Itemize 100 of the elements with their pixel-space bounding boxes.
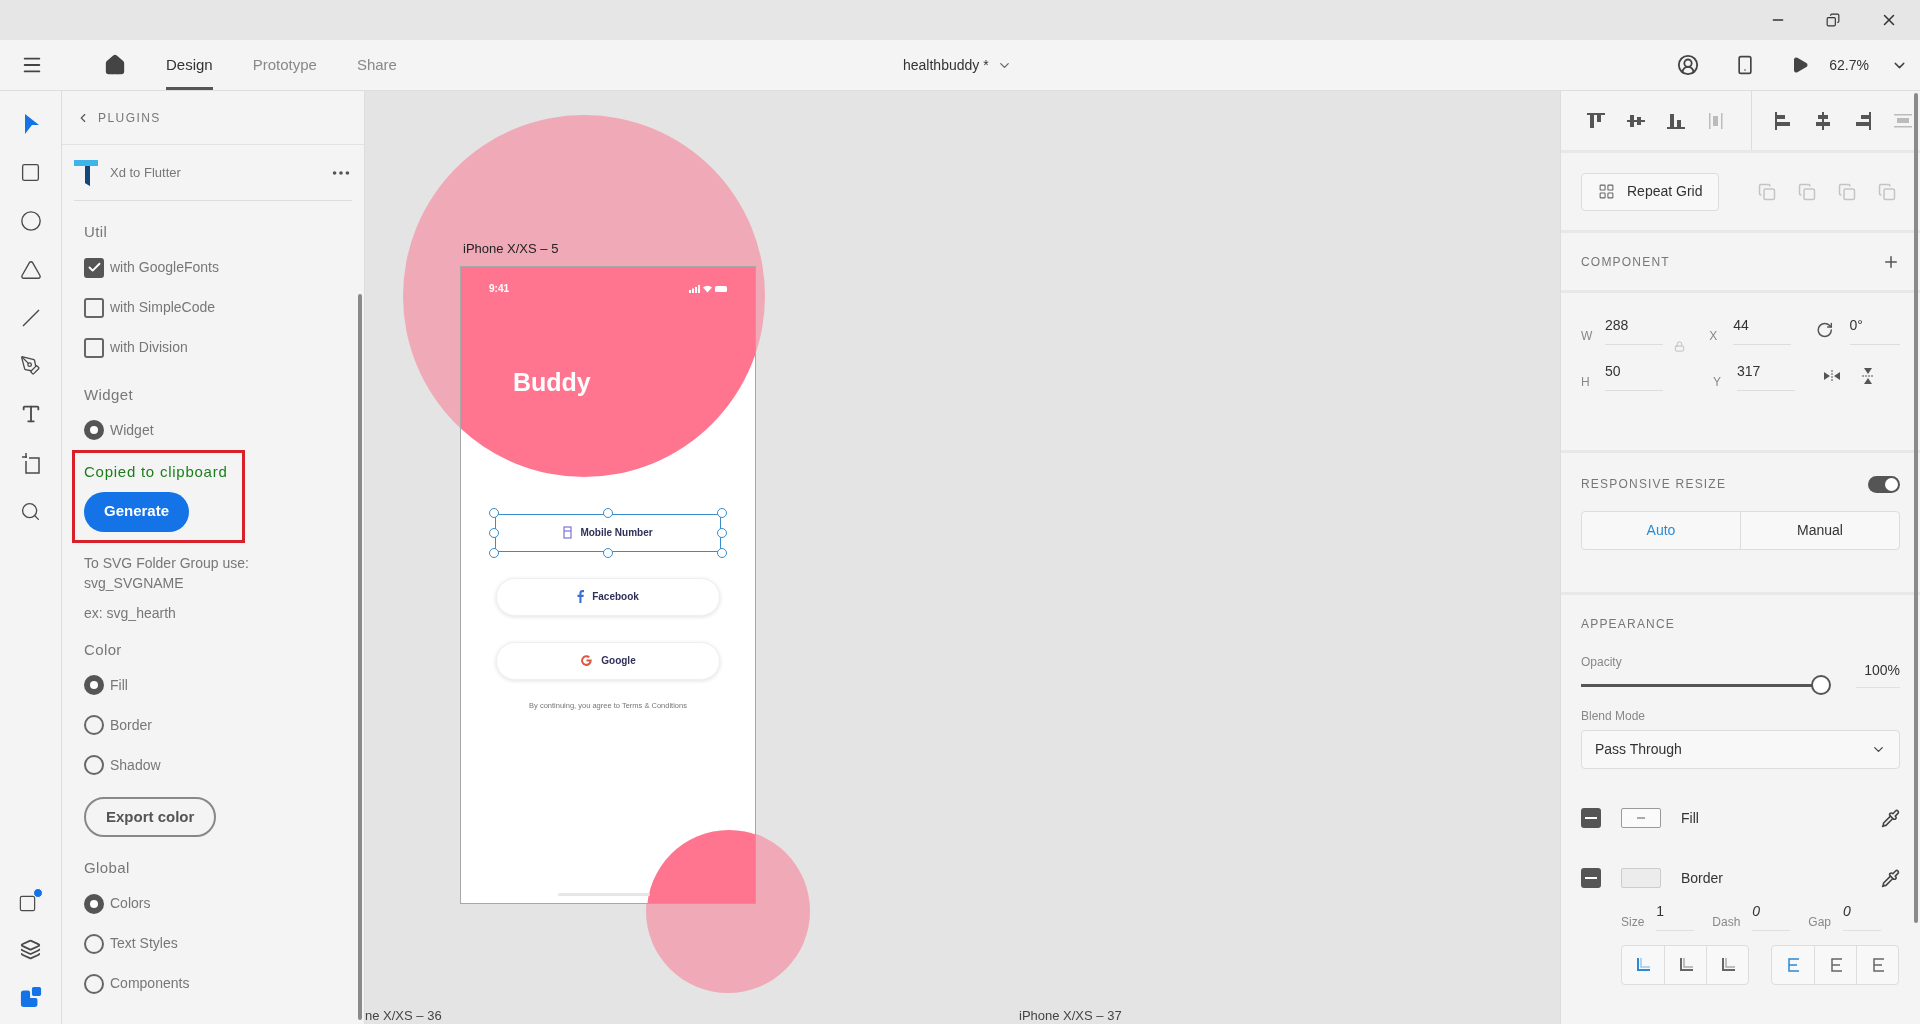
- resize-mode-tab[interactable]: Manual: [1740, 512, 1899, 549]
- dimension-field[interactable]: 288: [1605, 315, 1663, 345]
- blend-mode-label: Blend Mode: [1581, 708, 1647, 725]
- checkbox[interactable]: [84, 337, 104, 358]
- dimension-field[interactable]: 317: [1737, 361, 1795, 391]
- layer-label: Border: [1681, 868, 1725, 888]
- resize-handle[interactable]: [489, 507, 499, 518]
- dimension-field[interactable]: 50: [1605, 361, 1663, 391]
- layers-icon[interactable]: [20, 939, 41, 960]
- corner-icon: [1719, 957, 1736, 973]
- align-icon[interactable]: [1586, 110, 1606, 131]
- check-icon: [86, 260, 102, 275]
- field-label: Gap: [1808, 914, 1832, 931]
- resize-handle[interactable]: [717, 547, 727, 558]
- dimension-field[interactable]: 44: [1733, 315, 1792, 345]
- login-option-button[interactable]: Facebook: [496, 577, 720, 616]
- plugins-back-link[interactable]: PLUGINS: [98, 108, 161, 127]
- generate-button[interactable]: Generate: [84, 491, 190, 532]
- radio-button[interactable]: [84, 933, 104, 954]
- section-heading: Color: [84, 639, 123, 660]
- eyedropper-icon[interactable]: [1881, 868, 1900, 888]
- color-swatch[interactable]: [1621, 808, 1661, 828]
- radio-label: Components: [110, 974, 190, 993]
- zoom-level[interactable]: 62.7%: [1829, 54, 1869, 76]
- phone-icon: [563, 526, 573, 539]
- align-icon[interactable]: [1773, 110, 1793, 131]
- field-label: Y: [1713, 374, 1722, 391]
- align-icon[interactable]: [1813, 110, 1833, 131]
- radio-label: Border: [110, 715, 153, 735]
- play-icon[interactable]: [1791, 56, 1810, 74]
- document-title[interactable]: healthbuddy *: [903, 54, 989, 76]
- scrollbar[interactable]: [1914, 93, 1918, 923]
- resize-handle[interactable]: [489, 527, 499, 538]
- section-heading: RESPONSIVE RESIZE: [1581, 476, 1727, 493]
- toggle-checkbox[interactable]: [1581, 808, 1601, 828]
- resize-handle[interactable]: [603, 547, 613, 558]
- color-swatch[interactable]: [1621, 868, 1661, 888]
- align-icon[interactable]: [1853, 110, 1873, 131]
- field-label: H: [1581, 374, 1591, 391]
- radio-button[interactable]: [84, 715, 104, 735]
- scrollbar[interactable]: [358, 294, 362, 1020]
- blend-mode-dropdown[interactable]: Pass Through: [1581, 730, 1900, 769]
- radio-button[interactable]: [84, 675, 104, 695]
- radio-button[interactable]: [84, 420, 104, 440]
- restore-icon[interactable]: [1826, 13, 1840, 27]
- checkbox-label: with GoogleFonts: [110, 258, 219, 277]
- field-label: W: [1581, 328, 1593, 345]
- export-color-button[interactable]: Export color: [84, 797, 217, 837]
- opacity-slider[interactable]: [1581, 675, 1831, 695]
- field-label: Dash: [1712, 914, 1741, 931]
- search-icon[interactable]: [20, 501, 41, 522]
- border-field[interactable]: 0: [1843, 901, 1882, 931]
- ellipse-tool-icon[interactable]: [19, 210, 42, 232]
- radio-label: Widget: [110, 420, 154, 440]
- artboard-label: iPhone X/XS – 5: [463, 240, 559, 258]
- section-heading: Global: [84, 858, 131, 878]
- resize-handle[interactable]: [489, 547, 499, 558]
- status-icons: [689, 284, 727, 293]
- facebook-logo-icon: [577, 590, 585, 603]
- resize-handle[interactable]: [603, 507, 613, 518]
- border-field[interactable]: 1: [1656, 901, 1695, 931]
- assets-icon[interactable]: [18, 888, 43, 913]
- pen-tool-icon[interactable]: [20, 355, 41, 376]
- flip-horizontal-icon[interactable]: [1823, 369, 1841, 383]
- plugin-logo-icon: [74, 159, 98, 186]
- help-text: ex: svg_hearth: [84, 603, 177, 623]
- plugins-icon[interactable]: [19, 986, 42, 1008]
- radio-button[interactable]: [84, 893, 104, 914]
- login-option-button[interactable]: Google: [496, 641, 720, 680]
- border-field[interactable]: 0: [1752, 901, 1791, 931]
- repeat-grid-button[interactable]: Repeat Grid: [1581, 172, 1720, 211]
- help-text: To SVG Folder Group use: svg_SVGNAME: [84, 553, 250, 593]
- line-tool-icon[interactable]: [20, 308, 41, 328]
- home-icon[interactable]: [104, 54, 126, 76]
- google-logo-icon: [580, 654, 594, 667]
- artboard-tool-icon[interactable]: [20, 452, 41, 474]
- checkbox-label: with SimpleCode: [110, 298, 216, 317]
- eyedropper-icon[interactable]: [1881, 808, 1900, 828]
- opacity-field[interactable]: 100%: [1856, 660, 1900, 688]
- grid-icon: [1598, 183, 1615, 200]
- rotation-field[interactable]: 0°: [1849, 315, 1900, 345]
- opacity-label: Opacity: [1581, 654, 1622, 671]
- radio-button[interactable]: [84, 973, 104, 994]
- flip-vertical-icon[interactable]: [1861, 367, 1875, 385]
- triangle-tool-icon[interactable]: [19, 259, 42, 281]
- toggle-checkbox[interactable]: [1581, 868, 1601, 888]
- radio-button[interactable]: [84, 755, 104, 775]
- radio-label: Shadow: [110, 755, 161, 775]
- resize-handle[interactable]: [717, 507, 727, 518]
- checkbox[interactable]: [84, 297, 104, 318]
- checkbox[interactable]: [84, 257, 104, 278]
- share-user-icon[interactable]: [1677, 54, 1700, 76]
- resize-mode-tab[interactable]: Auto: [1582, 512, 1740, 549]
- section-heading: Widget: [84, 384, 134, 405]
- resize-handle[interactable]: [717, 527, 727, 538]
- toggle-switch[interactable]: [1868, 475, 1900, 493]
- section-heading: COMPONENT: [1581, 253, 1670, 271]
- radio-label: Colors: [110, 894, 151, 913]
- rectangle-tool-icon[interactable]: [20, 162, 41, 183]
- slider-thumb[interactable]: [1811, 675, 1831, 695]
